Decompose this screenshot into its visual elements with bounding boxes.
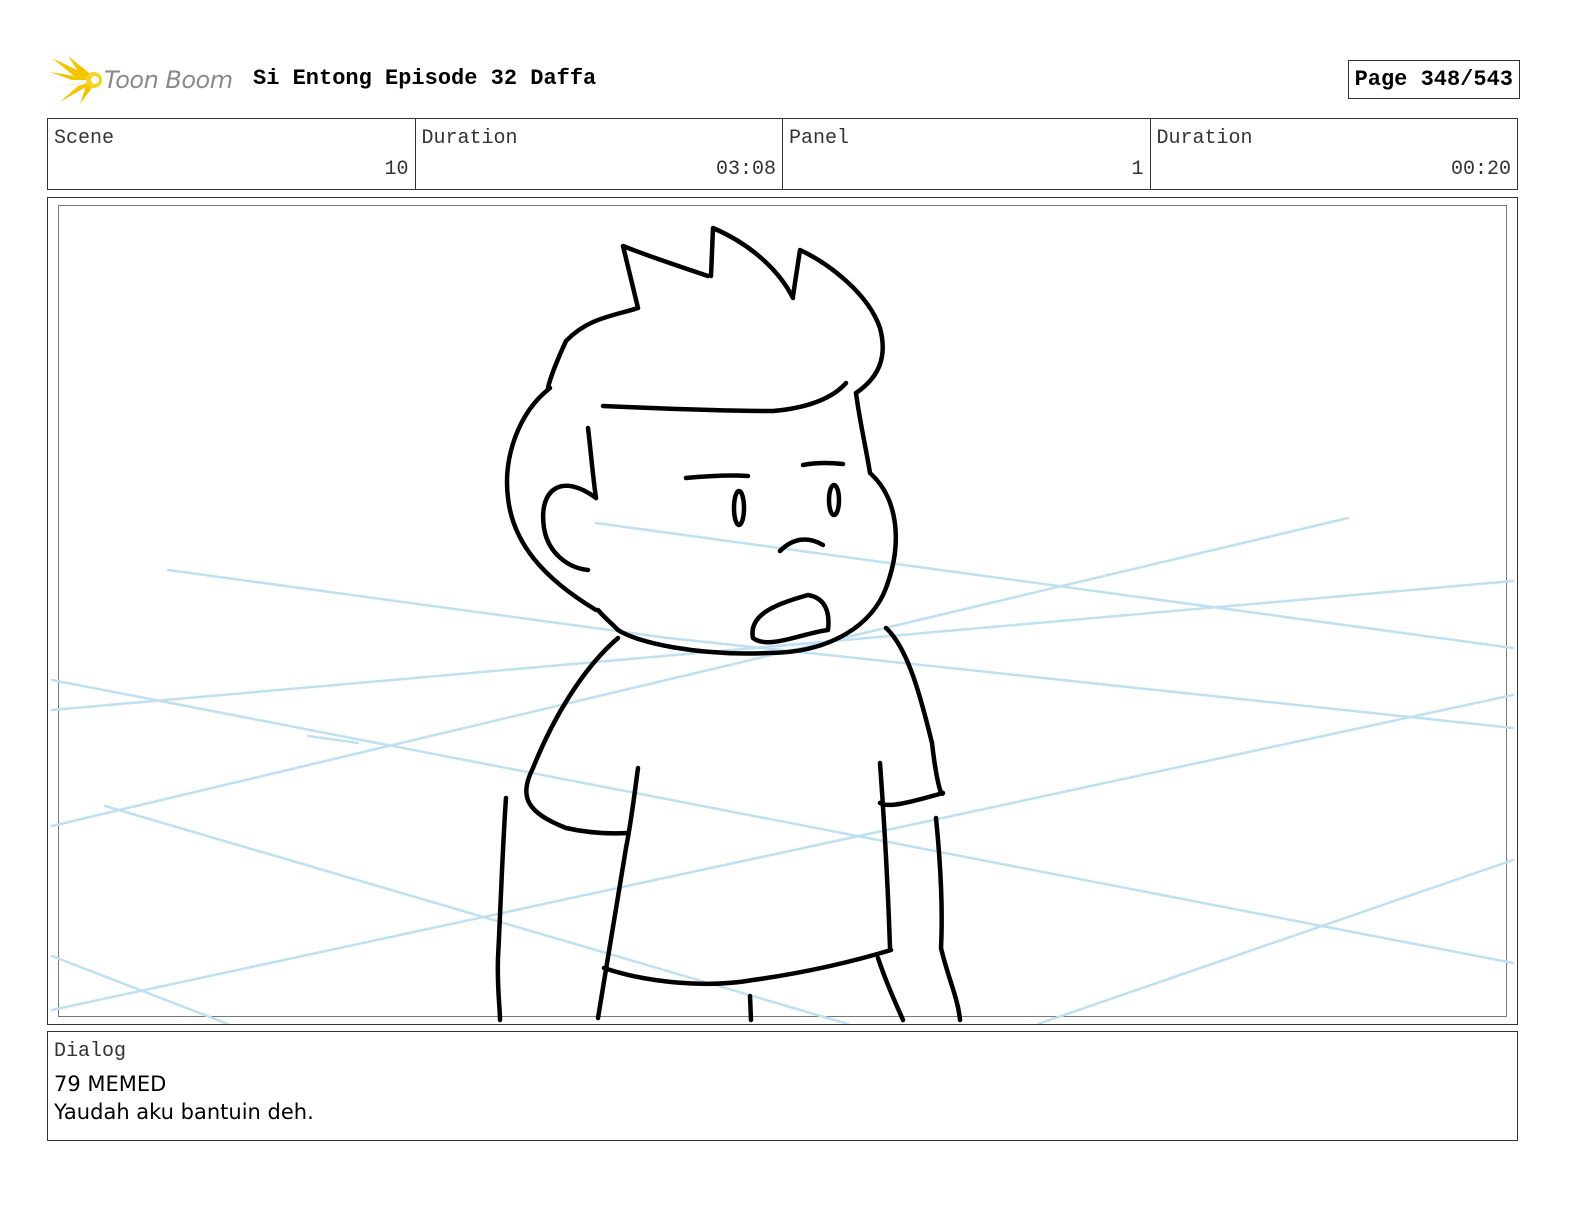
scene-label: Scene xyxy=(54,127,115,150)
scene-duration-cell: Duration 03:08 xyxy=(416,119,783,189)
panel-value: 1 xyxy=(1131,158,1144,181)
panel-cell: Panel 1 xyxy=(783,119,1151,189)
document-title: Si Entong Episode 32 Daffa xyxy=(253,66,597,91)
dialog-speaker: 79 MEMED xyxy=(54,1072,167,1096)
toon-boom-logo: Toon Boom xyxy=(50,54,240,106)
panel-duration-cell: Duration 00:20 xyxy=(1151,119,1518,189)
storyboard-sketch-icon xyxy=(50,225,1515,1024)
dialog-label: Dialog xyxy=(54,1040,127,1063)
panel-duration-label: Duration xyxy=(1156,127,1253,150)
panel-frame xyxy=(47,197,1518,1025)
scene-duration-label: Duration xyxy=(421,127,518,150)
page-indicator: Page 348/543 xyxy=(1347,60,1520,99)
logo-text: Toon Boom xyxy=(104,66,233,94)
dialog-box: Dialog 79 MEMED Yaudah aku bantuin deh. xyxy=(47,1031,1518,1141)
panel-duration-value: 00:20 xyxy=(1450,158,1511,181)
info-row: Scene 10 Duration 03:08 Panel 1 Duration… xyxy=(47,118,1518,190)
header: Toon Boom Si Entong Episode 32 Daffa Pag… xyxy=(50,52,1520,108)
starburst-icon xyxy=(50,56,102,104)
dialog-text: Yaudah aku bantuin deh. xyxy=(54,1100,314,1124)
perspective-guides xyxy=(50,516,1515,1024)
panel-label: Panel xyxy=(789,127,850,150)
scene-value: 10 xyxy=(384,158,409,181)
scene-duration-value: 03:08 xyxy=(715,158,776,181)
scene-cell: Scene 10 xyxy=(48,119,416,189)
